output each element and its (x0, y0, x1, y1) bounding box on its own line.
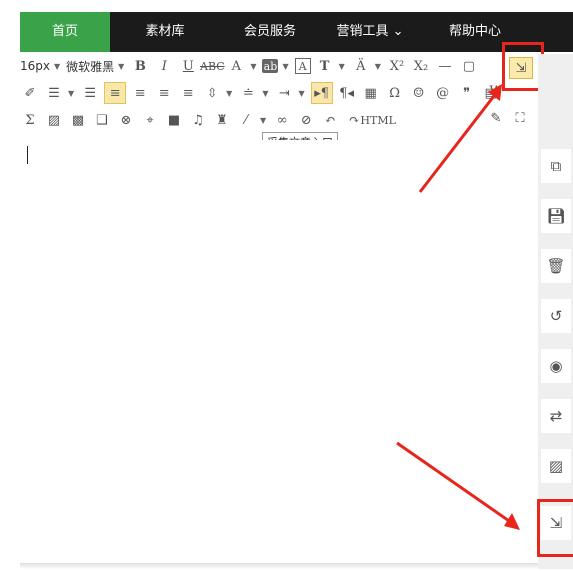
arrow-to-toolbar (418, 91, 499, 193)
arrowhead-sidebar (504, 513, 520, 530)
arrow-to-sidebar (396, 441, 513, 525)
arrowhead-toolbar (488, 84, 502, 101)
annotation-arrows (396, 84, 520, 530)
